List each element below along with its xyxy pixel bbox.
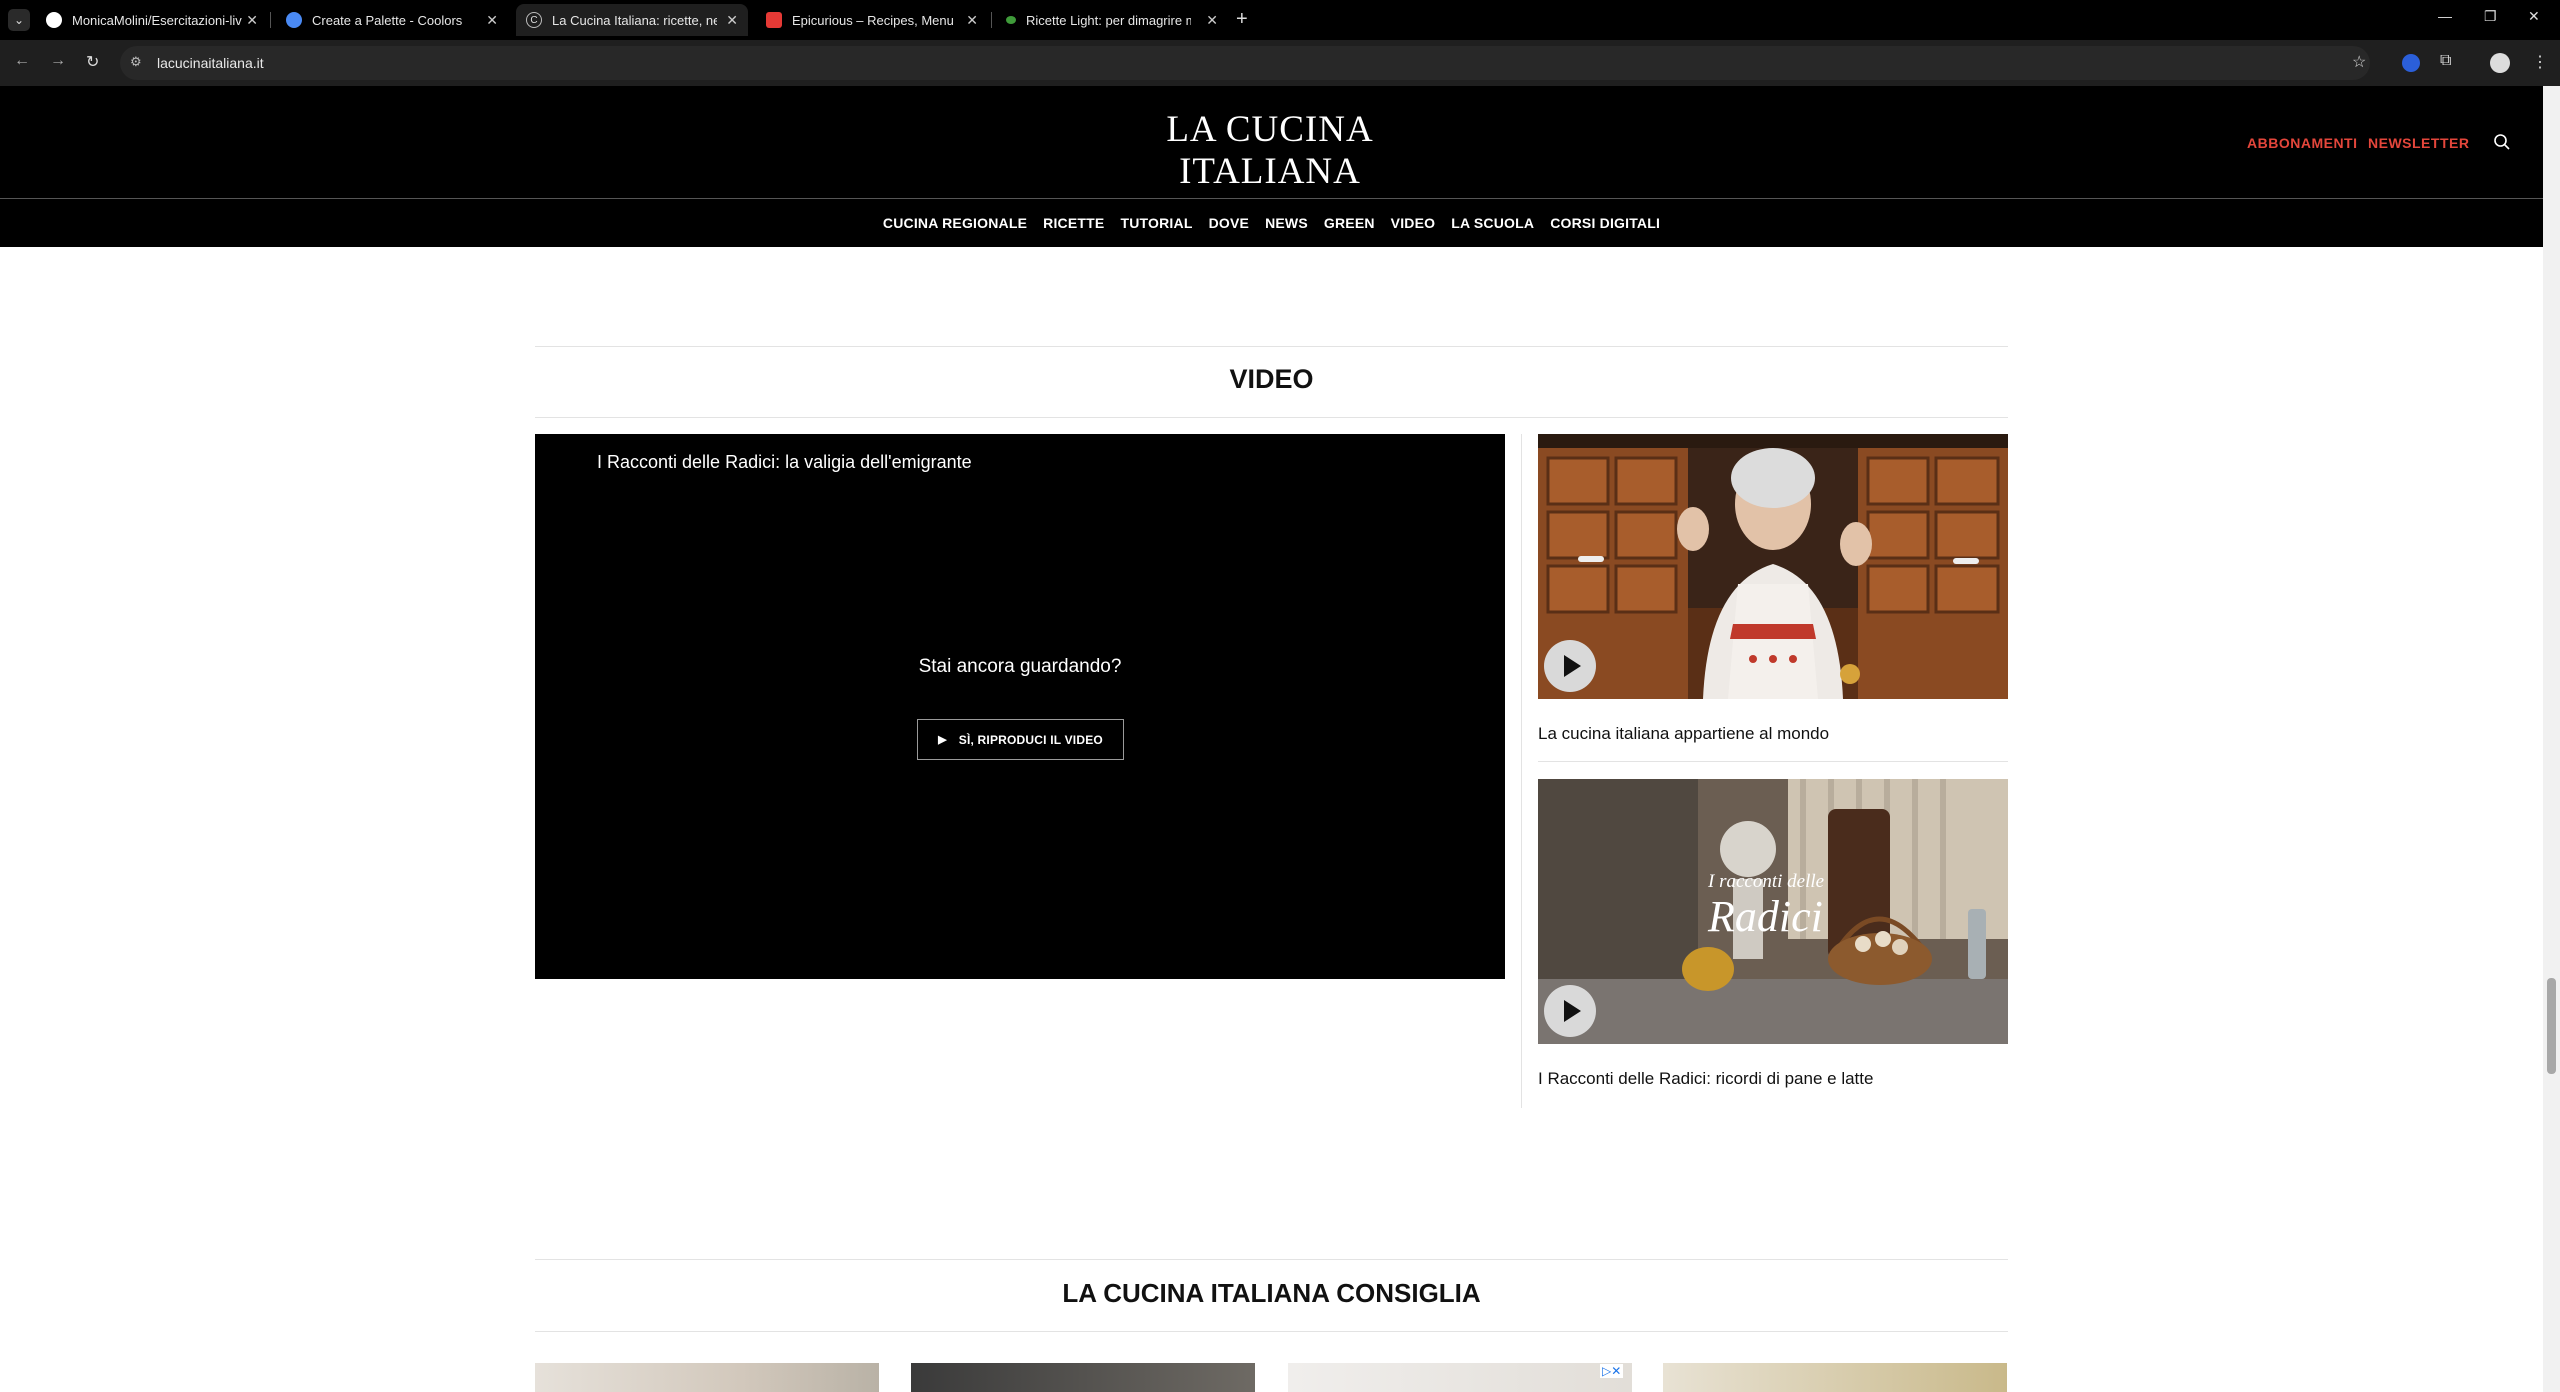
column-divider — [1521, 434, 1522, 1108]
restore-icon[interactable]: ❐ — [2484, 8, 2497, 25]
divider — [535, 417, 2008, 418]
play-icon: ▶ — [938, 734, 947, 746]
nav-cucina-regionale[interactable]: CUCINA REGIONALE — [883, 215, 1027, 231]
video-thumbnail[interactable] — [1538, 434, 2008, 699]
reload-icon[interactable]: ↻ — [86, 52, 99, 72]
replay-video-label: SÌ, RIPRODUCI IL VIDEO — [958, 732, 1103, 747]
url-text[interactable]: lacucinaitaliana.it — [157, 55, 264, 71]
nav-la-scuola[interactable]: LA SCUOLA — [1451, 215, 1534, 231]
logo-line-2: ITALIANA — [1179, 151, 1361, 192]
video-player-title: I Racconti delle Radici: la valigia dell… — [597, 452, 972, 472]
nav-news[interactable]: NEWS — [1265, 215, 1308, 231]
close-tab-icon[interactable]: ✕ — [486, 12, 498, 29]
leaf-icon — [1006, 16, 1016, 24]
replay-video-button[interactable]: ▶ SÌ, RIPRODUCI IL VIDEO — [917, 719, 1124, 760]
thumbnail-overlay-text: I racconti delle — [1708, 871, 1825, 892]
video-player[interactable] — [535, 434, 1505, 979]
epicurious-icon — [766, 12, 782, 28]
back-icon[interactable]: ← — [14, 52, 30, 70]
profile-avatar[interactable] — [2490, 53, 2510, 73]
tab-title: La Cucina Italiana: ricette, news — [552, 12, 717, 28]
close-tab-icon[interactable]: ✕ — [726, 12, 738, 29]
nav-ricette[interactable]: RICETTE — [1043, 215, 1104, 231]
close-tab-icon[interactable]: ✕ — [966, 12, 978, 29]
divider — [535, 1259, 2008, 1260]
recommend-section-title: LA CUCINA ITALIANA CONSIGLIA — [1062, 1278, 1481, 1308]
extensions-puzzle-icon[interactable]: ⧉ — [2440, 52, 2451, 70]
browser-tab-active[interactable]: C La Cucina Italiana: ricette, news ✕ — [516, 4, 748, 36]
nav-corsi-digitali[interactable]: CORSI DIGITALI — [1550, 215, 1660, 231]
site-logo[interactable]: LA CUCINA ITALIANA — [1130, 109, 1410, 193]
browser-tab[interactable]: Epicurious – Recipes, Menu Ide ✕ — [756, 4, 988, 36]
abbonamenti-link[interactable]: ABBONAMENTI — [2247, 135, 2358, 151]
browser-tab[interactable]: Create a Palette - Coolors ✕ — [276, 4, 508, 36]
lci-icon: C — [526, 12, 542, 28]
browser-menu-icon[interactable]: ⋮ — [2532, 52, 2548, 72]
close-tab-icon[interactable]: ✕ — [1206, 12, 1218, 29]
nav-video[interactable]: VIDEO — [1391, 215, 1436, 231]
tab-title: Epicurious – Recipes, Menu Ide — [792, 12, 957, 28]
url-field[interactable] — [120, 46, 2370, 80]
browser-tab[interactable]: MonicaMolini/Esercitazioni-live ✕ — [36, 4, 268, 36]
close-window-icon[interactable]: ✕ — [2528, 8, 2540, 25]
bookmark-star-icon[interactable]: ☆ — [2352, 52, 2366, 72]
search-icon[interactable] — [2493, 133, 2511, 151]
divider — [535, 1331, 2008, 1332]
play-button-icon[interactable] — [1544, 640, 1596, 692]
site-info-icon[interactable]: ⚙ — [130, 54, 142, 70]
minimize-icon[interactable]: — — [2438, 8, 2452, 24]
tab-title: MonicaMolini/Esercitazioni-live — [72, 12, 242, 28]
tab-search-button[interactable]: ⌄ — [8, 9, 30, 31]
play-button-icon[interactable] — [1544, 985, 1596, 1037]
scrollbar-thumb[interactable] — [2547, 978, 2556, 1074]
logo-line-1: LA CUCINA — [1166, 109, 1374, 150]
extension-icon[interactable] — [2402, 54, 2420, 72]
tab-title: Ricette Light: per dimagrire ma — [1026, 12, 1191, 28]
forward-icon[interactable]: → — [50, 52, 66, 70]
divider — [1538, 761, 2008, 762]
video-section-title: VIDEO — [1229, 364, 1314, 394]
browser-tab[interactable]: Ricette Light: per dimagrire ma ✕ — [996, 4, 1228, 36]
coolors-icon — [286, 12, 302, 28]
github-icon — [46, 12, 62, 28]
tab-title: Create a Palette - Coolors — [312, 12, 463, 28]
video-caption-link[interactable]: La cucina italiana appartiene al mondo — [1538, 724, 1829, 744]
video-caption-link[interactable]: I Racconti delle Radici: ricordi di pane… — [1538, 1069, 1873, 1089]
recommend-card-image[interactable] — [911, 1363, 1255, 1392]
page-scrollbar[interactable] — [2543, 86, 2560, 1392]
video-thumbnail[interactable]: I racconti delle Radici — [1538, 779, 2008, 1044]
newsletter-link[interactable]: NEWSLETTER — [2368, 135, 2469, 151]
recommend-card-image[interactable] — [535, 1363, 879, 1392]
nav-green[interactable]: GREEN — [1324, 215, 1375, 231]
thumbnail-overlay-title: Radici — [1708, 892, 1823, 941]
nav-dove[interactable]: DOVE — [1209, 215, 1249, 231]
recommend-card-ad-image[interactable] — [1288, 1363, 1632, 1392]
main-nav: CUCINA REGIONALE RICETTE TUTORIAL DOVE N… — [0, 198, 2543, 247]
ad-choices-icon[interactable]: ▷✕ — [1600, 1364, 1624, 1378]
recommend-card-image[interactable] — [1663, 1363, 2007, 1392]
close-tab-icon[interactable]: ✕ — [246, 12, 258, 29]
new-tab-button[interactable]: + — [1236, 8, 1248, 31]
divider — [535, 346, 2008, 347]
thumbnail-image-grandma — [1538, 434, 2008, 699]
nav-tutorial[interactable]: TUTORIAL — [1120, 215, 1192, 231]
still-watching-prompt: Stai ancora guardando? — [918, 656, 1122, 677]
